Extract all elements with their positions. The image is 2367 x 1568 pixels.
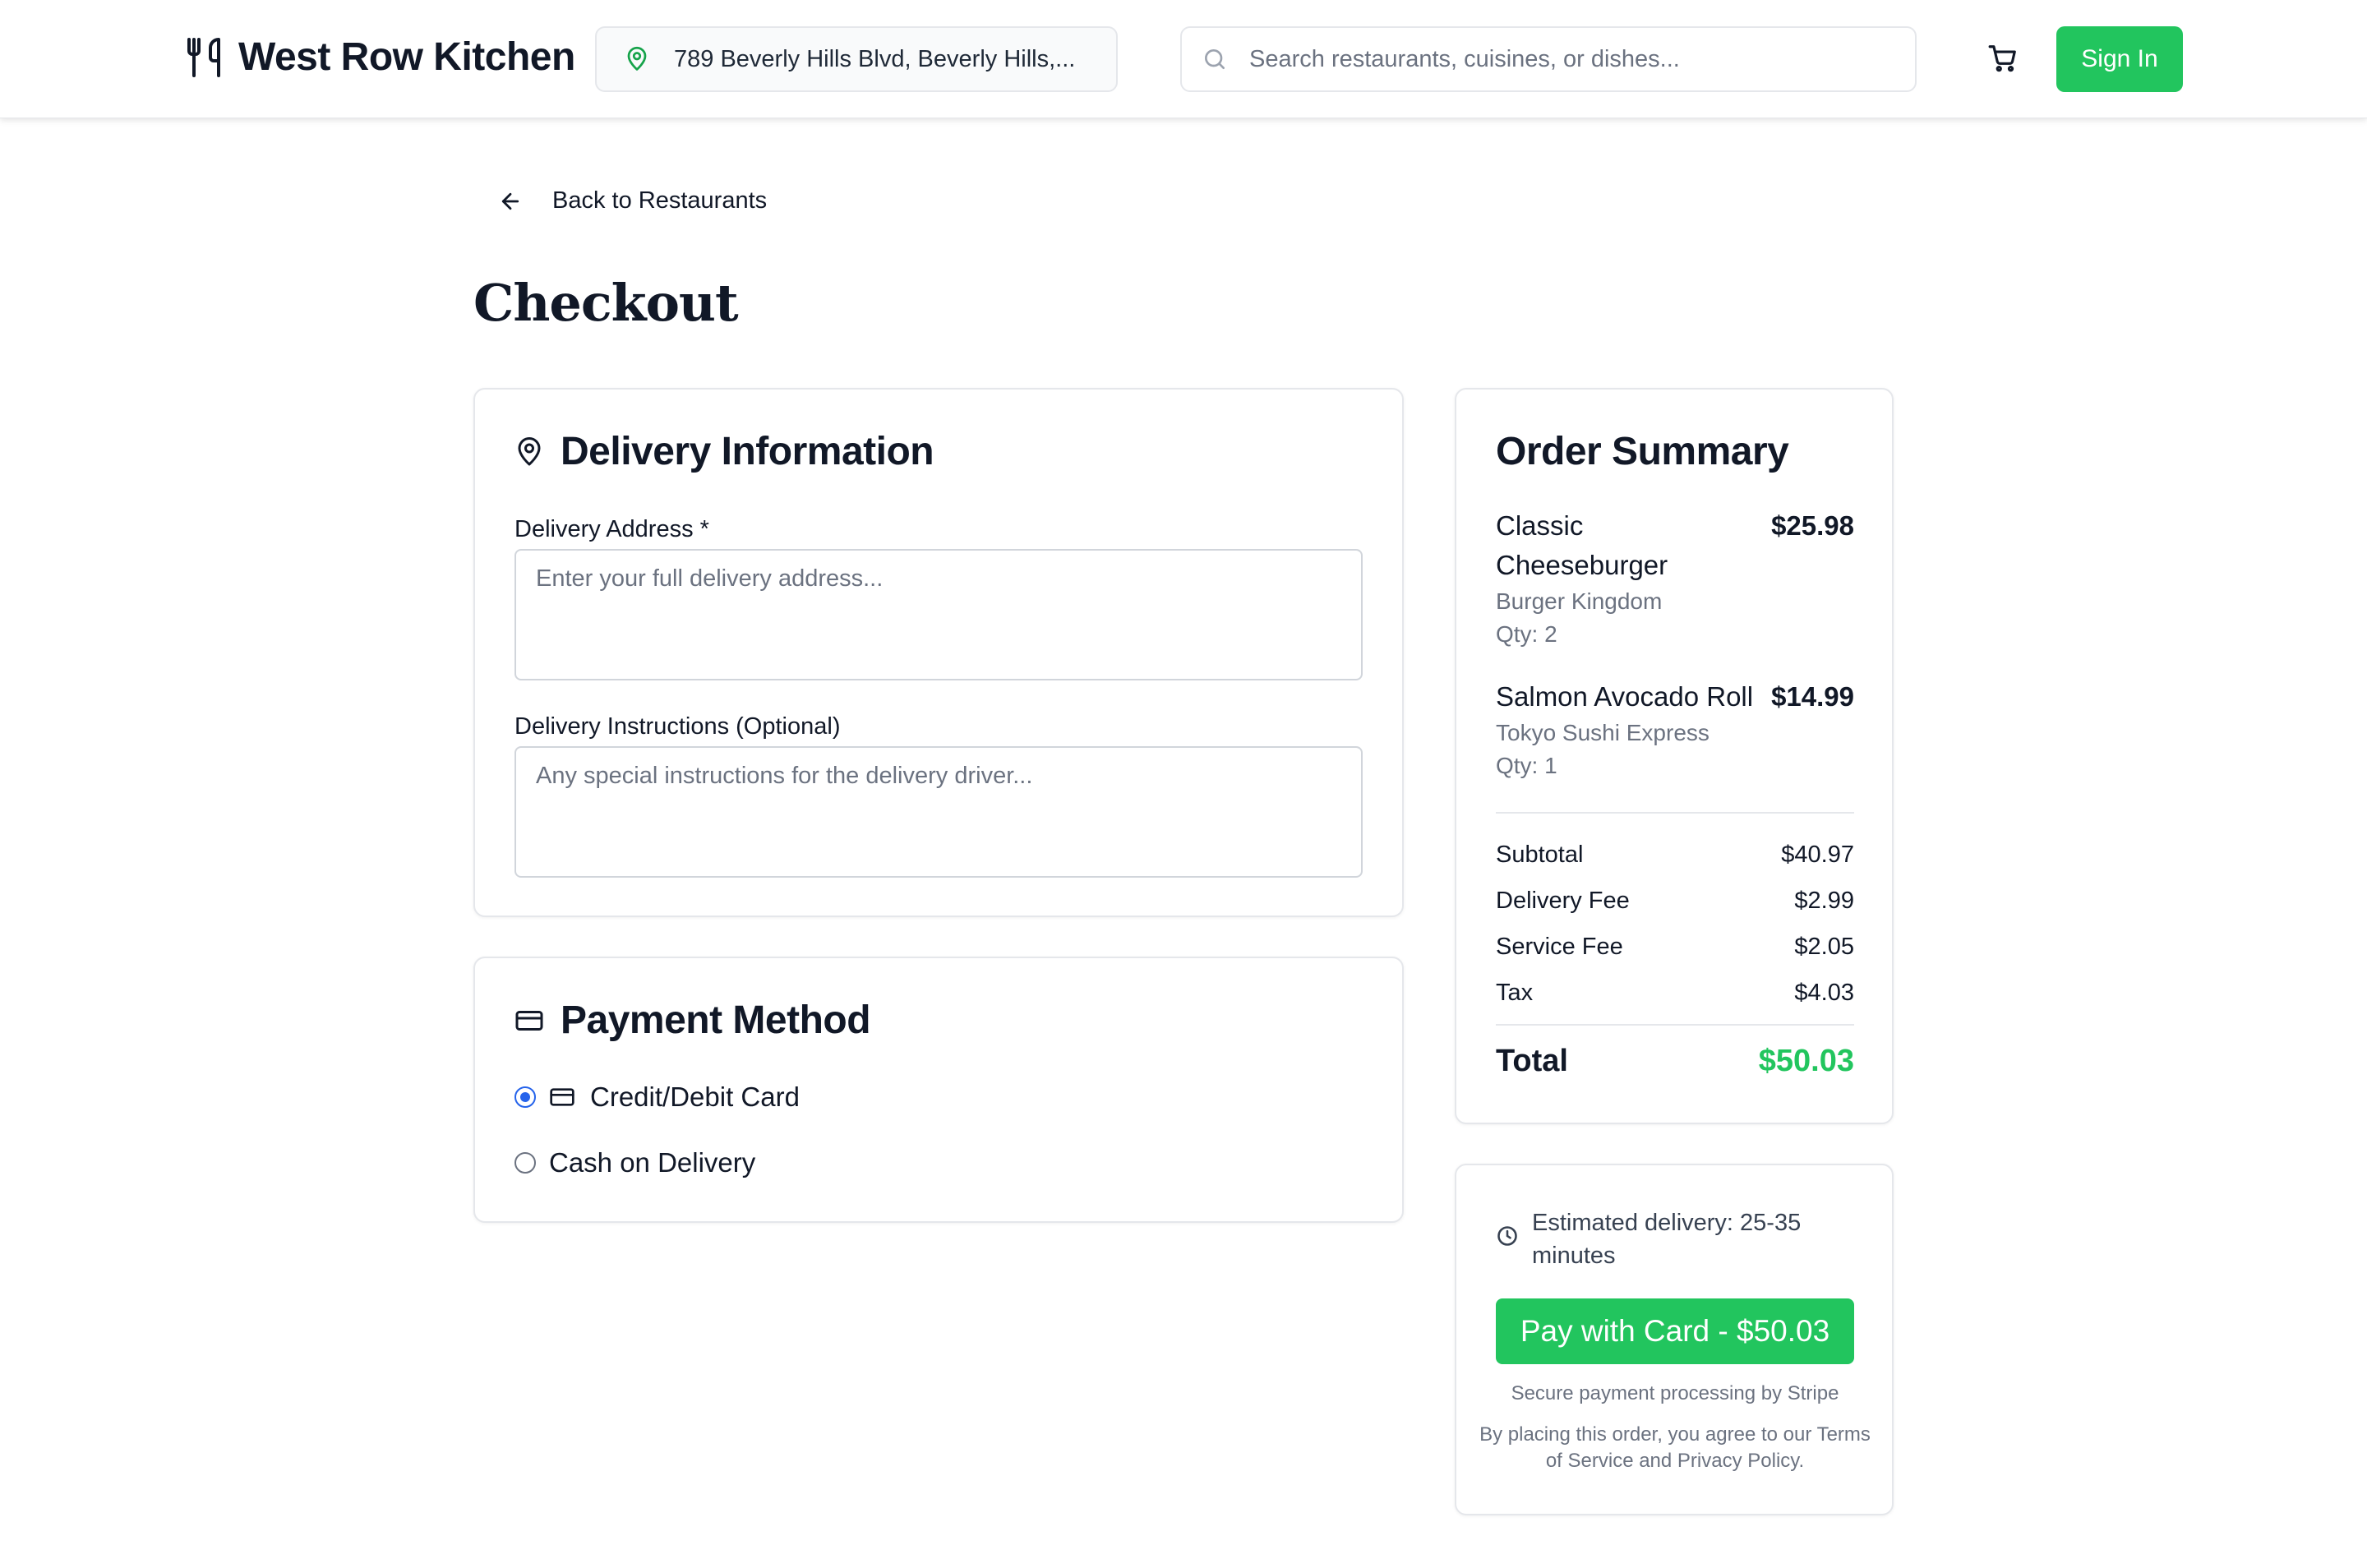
card-radio-button[interactable] bbox=[514, 1086, 536, 1108]
arrow-left-icon bbox=[501, 192, 519, 210]
clock-icon bbox=[1497, 1226, 1517, 1246]
brand-logo[interactable]: West Row Kitchen bbox=[184, 35, 575, 80]
delivery-address-label: Delivery Address * bbox=[514, 516, 709, 542]
delivery-instructions-field[interactable] bbox=[514, 746, 1363, 878]
order-item: Classic Cheeseburger $25.98 Burger Kingd… bbox=[1496, 506, 1854, 651]
place-order-card: Estimated delivery: 25-35 minutes Pay wi… bbox=[1455, 1164, 1894, 1515]
terms-note: By placing this order, you agree to our … bbox=[1479, 1423, 1871, 1472]
utensils-icon bbox=[187, 37, 220, 77]
credit-card-icon bbox=[550, 1088, 574, 1106]
back-label: Back to Restaurants bbox=[552, 187, 768, 214]
delivery-card-header: Delivery Information bbox=[514, 429, 934, 474]
order-item-restaurant: Burger Kingdom bbox=[1496, 588, 1663, 614]
search-icon bbox=[1205, 49, 1225, 69]
subtotal-label: Subtotal bbox=[1496, 842, 1584, 868]
payment-option-cash[interactable]: Cash on Delivery bbox=[514, 1147, 755, 1178]
brand-name: West Row Kitchen bbox=[238, 35, 575, 79]
estimated-delivery: Estimated delivery: 25-35 minutes bbox=[1496, 1206, 1854, 1272]
credit-card-icon bbox=[515, 1010, 543, 1031]
order-item: Salmon Avocado Roll $14.99 Tokyo Sushi E… bbox=[1496, 677, 1854, 782]
subtotal-value: $40.97 bbox=[1781, 842, 1854, 868]
total-label: Total bbox=[1496, 1044, 1568, 1078]
total-row: Total $50.03 bbox=[1496, 1044, 1854, 1079]
order-item-name: Classic Cheeseburger bbox=[1496, 510, 1668, 580]
sign-in-button[interactable]: Sign In bbox=[2056, 26, 2183, 92]
order-item-price: $14.99 bbox=[1771, 681, 1854, 712]
checkout-page: West Row Kitchen 789 Beverly Hills Blvd,… bbox=[0, 0, 2367, 1568]
order-summary-title: Order Summary bbox=[1496, 430, 1789, 473]
payment-option-cash-label: Cash on Delivery bbox=[549, 1147, 756, 1178]
total-divider bbox=[1496, 1024, 1854, 1026]
search-bar[interactable] bbox=[1180, 26, 1917, 92]
delivery-fee-value: $2.99 bbox=[1794, 888, 1854, 914]
tax-value: $4.03 bbox=[1794, 980, 1854, 1006]
payment-card-header: Payment Method bbox=[514, 998, 871, 1043]
order-item-qty: Qty: 2 bbox=[1496, 621, 1557, 647]
delivery-fee-label: Delivery Fee bbox=[1496, 888, 1630, 914]
search-input[interactable] bbox=[1249, 45, 1907, 73]
pay-with-card-button[interactable]: Pay with Card - $50.03 bbox=[1496, 1298, 1854, 1364]
order-item-qty: Qty: 1 bbox=[1496, 753, 1557, 778]
page-title: Checkout bbox=[473, 273, 739, 333]
delivery-address-field[interactable] bbox=[514, 549, 1363, 680]
top-navbar: West Row Kitchen 789 Beverly Hills Blvd,… bbox=[0, 0, 2367, 118]
estimated-delivery-text: Estimated delivery: 25-35 minutes bbox=[1532, 1210, 1802, 1269]
subtotal-row: Subtotal $40.97 bbox=[1496, 842, 1854, 869]
delivery-fee-row: Delivery Fee $2.99 bbox=[1496, 888, 1854, 915]
cash-radio-button[interactable] bbox=[514, 1152, 536, 1174]
payment-method-card: Payment Method Credit/Debit Card Cash on… bbox=[473, 957, 1404, 1223]
back-to-restaurants-link[interactable]: Back to Restaurants bbox=[498, 187, 767, 214]
service-fee-value: $2.05 bbox=[1794, 934, 1854, 960]
shopping-cart-icon[interactable] bbox=[1987, 43, 2019, 74]
tax-row: Tax $4.03 bbox=[1496, 980, 1854, 1007]
map-pin-icon bbox=[518, 436, 541, 465]
service-fee-row: Service Fee $2.05 bbox=[1496, 934, 1854, 961]
service-fee-label: Service Fee bbox=[1496, 934, 1623, 960]
total-value: $50.03 bbox=[1758, 1044, 1854, 1078]
map-pin-icon bbox=[627, 46, 647, 71]
delivery-card-title: Delivery Information bbox=[561, 430, 934, 473]
delivery-information-card: Delivery Information Delivery Address * … bbox=[473, 388, 1404, 917]
order-summary-card: Order Summary Classic Cheeseburger $25.9… bbox=[1455, 388, 1894, 1124]
secure-payment-note: Secure payment processing by Stripe bbox=[1511, 1382, 1839, 1404]
payment-card-title: Payment Method bbox=[561, 998, 871, 1042]
location-selector[interactable]: 789 Beverly Hills Blvd, Beverly Hills,..… bbox=[595, 26, 1118, 92]
order-item-restaurant: Tokyo Sushi Express bbox=[1496, 720, 1710, 745]
location-text: 789 Beverly Hills Blvd, Beverly Hills,..… bbox=[674, 45, 1076, 72]
delivery-instructions-label: Delivery Instructions (Optional) bbox=[514, 713, 841, 740]
tax-label: Tax bbox=[1496, 980, 1534, 1006]
payment-option-card[interactable]: Credit/Debit Card bbox=[514, 1081, 800, 1113]
payment-option-card-label: Credit/Debit Card bbox=[590, 1081, 800, 1112]
order-item-price: $25.98 bbox=[1771, 510, 1854, 541]
summary-divider bbox=[1496, 812, 1854, 814]
